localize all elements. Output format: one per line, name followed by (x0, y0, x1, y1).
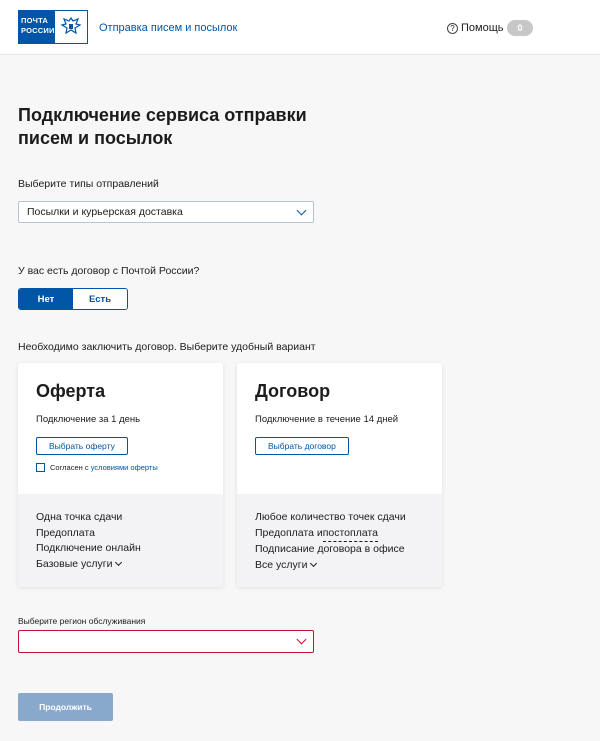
contract-all-services-label: Все услуги (255, 558, 308, 571)
offer-terms-label: Согласен с условиями оферты (50, 463, 158, 472)
header: ПОЧТА РОССИИ Отправка писем и посылок ? … (0, 0, 600, 55)
help-link[interactable]: ? Помощь (447, 22, 504, 34)
postpay-term[interactable]: постоплата (322, 526, 378, 542)
continue-button[interactable]: Продолжить (18, 693, 113, 721)
logo-line-1: ПОЧТА (21, 16, 49, 25)
shipment-types-value: Посылки и курьерская доставка (27, 206, 183, 218)
offer-feature: Предоплата (36, 526, 95, 539)
offer-basic-services-toggle[interactable]: Базовые услуги (36, 557, 223, 573)
offer-subtitle: Подключение за 1 день (36, 414, 141, 425)
offer-title: Оферта (36, 381, 106, 401)
contract-feature: Подписание договора в офисе (255, 543, 405, 555)
logo-text: ПОЧТА РОССИИ (18, 10, 54, 44)
chevron-down-icon (296, 205, 307, 215)
chevron-down-icon (296, 634, 307, 645)
shipment-types-label: Выберите типы отправлений (18, 178, 159, 190)
contract-title: Договор (255, 381, 331, 401)
pochta-logo[interactable]: ПОЧТА РОССИИ (18, 10, 88, 44)
contract-all-services-toggle[interactable]: Все услуги (255, 558, 442, 574)
service-link[interactable]: Отправка писем и посылок (99, 22, 237, 34)
offer-card: Оферта Подключение за 1 день Выбрать офе… (18, 363, 223, 587)
offer-terms-prefix: Согласен с (50, 463, 91, 472)
logo-line-2: РОССИИ (21, 26, 55, 35)
chevron-down-icon (115, 559, 123, 567)
offer-features: Одна точка сдачи Предоплата Подключение … (18, 494, 223, 587)
toggle-no-button[interactable]: Нет (19, 289, 73, 309)
offer-terms-row: Согласен с условиями оферты (36, 463, 223, 472)
page-title: Подключение сервиса отправки писем и пос… (18, 105, 307, 148)
contract-card: Договор Подключение в течение 14 дней Вы… (237, 363, 442, 587)
contract-feature: Любое количество точек сдачи (255, 511, 406, 523)
offer-terms-link[interactable]: условиями оферты (91, 463, 158, 472)
contract-toggle: Нет Есть (18, 288, 128, 310)
chevron-down-icon (310, 560, 318, 568)
toggle-yes-button[interactable]: Есть (73, 289, 127, 309)
help-label: Помощь (461, 22, 504, 34)
contract-question-label: У вас есть договор с Почтой России? (18, 265, 200, 277)
offer-terms-checkbox[interactable] (36, 463, 45, 472)
region-label: Выберите регион обслуживания (18, 616, 146, 626)
region-select[interactable] (18, 630, 314, 653)
notification-counter[interactable]: 0 (507, 20, 533, 36)
offer-basic-services-label: Базовые услуги (36, 557, 113, 570)
eagle-emblem-icon (54, 10, 88, 44)
shipment-types-select[interactable]: Посылки и курьерская доставка (18, 201, 314, 223)
question-icon: ? (447, 22, 458, 34)
contract-subtitle: Подключение в течение 14 дней (255, 414, 399, 425)
contract-features: Любое количество точек сдачи Предоплата … (237, 494, 442, 587)
contract-prepay-label: Предоплата и (255, 527, 323, 539)
contract-hint: Необходимо заключить договор. Выберите у… (18, 341, 316, 353)
contract-feature: Предоплата и постоплата (255, 526, 442, 542)
choose-offer-button[interactable]: Выбрать оферту (36, 437, 128, 455)
offer-feature: Одна точка сдачи (36, 511, 123, 523)
choose-contract-button[interactable]: Выбрать договор (255, 437, 349, 455)
offer-feature: Подключение онлайн (36, 542, 141, 554)
